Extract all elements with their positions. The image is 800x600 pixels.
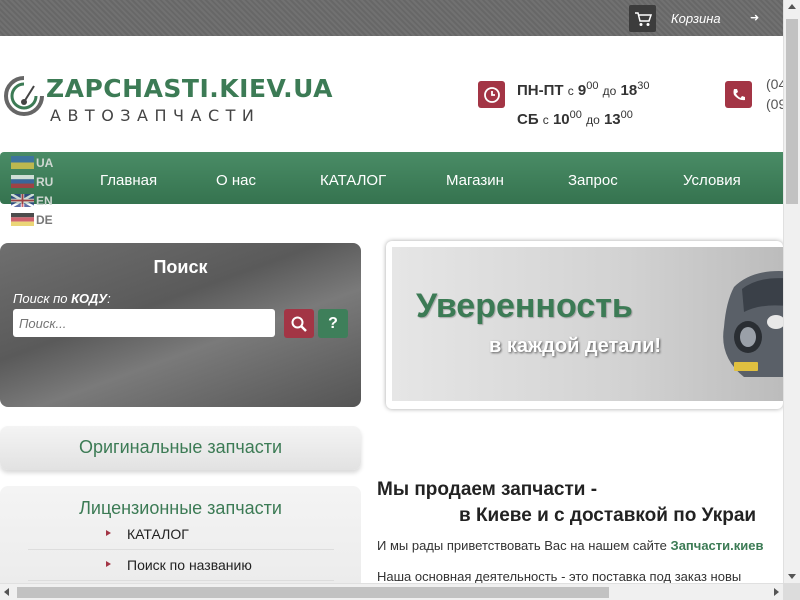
phone-number-1[interactable]: (04 (766, 74, 783, 94)
magnifier-icon (291, 316, 307, 332)
search-button[interactable] (284, 309, 314, 338)
germany-flag-icon (11, 213, 34, 226)
cart-link[interactable]: Корзина (671, 11, 721, 26)
arrow-right-icon (106, 530, 111, 536)
lang-en[interactable]: EN (11, 191, 71, 210)
scrollbar-corner (783, 583, 800, 600)
greeting-text: И мы рады приветствовать Вас на нашем са… (377, 538, 764, 553)
original-parts-title: Оригинальные запчасти (78, 437, 283, 457)
banner-subline: в каждой детали! (489, 335, 662, 357)
hours-saturday: СБ с 1000 до 1300 (517, 109, 633, 128)
nav-item-home[interactable]: Главная (100, 172, 157, 189)
search-panel: Поиск Поиск по КОДУ: ? (0, 243, 361, 407)
language-switcher: UA RU EN DE (11, 153, 71, 229)
cart-icon[interactable] (629, 5, 656, 32)
nav-item-about[interactable]: О нас (216, 172, 256, 189)
main-heading: Мы продаем запчасти - в Киеве и с достав… (377, 479, 757, 526)
main-navigation: Главная О нас КАТАЛОГ Магазин Запрос Усл… (0, 152, 783, 204)
nav-item-request[interactable]: Запрос (568, 172, 618, 189)
ukraine-flag-icon (11, 156, 34, 169)
uk-flag-icon (11, 194, 34, 207)
banner-headline: Уверенность (416, 287, 633, 325)
lang-de[interactable]: DE (11, 210, 71, 229)
scroll-up-icon[interactable] (788, 4, 796, 9)
vertical-scrollbar[interactable] (783, 0, 800, 583)
main-content: Мы продаем запчасти - в Киеве и с достав… (377, 470, 783, 584)
clock-icon (478, 81, 505, 108)
intro-paragraph: Наша основная деятельность - это поставк… (377, 569, 742, 584)
sidebar-item-search-by-name[interactable]: Поиск по названию (28, 551, 334, 581)
search-input[interactable] (13, 309, 275, 337)
nav-item-shop[interactable]: Магазин (446, 172, 504, 189)
car-image (723, 271, 783, 377)
speedometer-icon (4, 76, 44, 116)
logo-title: ZAPCHASTI.KIEV.UA (46, 74, 334, 103)
logo-subtitle: АВТОЗАПЧАСТИ (50, 106, 261, 125)
scroll-right-icon[interactable] (774, 588, 779, 596)
licensed-parts-panel: Лицензионные запчасти КАТАЛОГ Поиск по н… (0, 486, 361, 596)
lang-ua[interactable]: UA (11, 153, 71, 172)
nav-item-terms[interactable]: Условия (683, 172, 741, 189)
scroll-down-icon[interactable] (788, 574, 796, 579)
lang-ru[interactable]: RU (11, 172, 71, 191)
login-icon[interactable]: ➜ (750, 11, 759, 24)
site-name-link[interactable]: Запчасти.киев (671, 538, 764, 553)
working-hours: ПН-ПТ с 900 до 1830 СБ с 1000 до 1300 (517, 74, 649, 132)
horizontal-scrollbar[interactable] (0, 583, 783, 600)
sidebar-item-catalog[interactable]: КАТАЛОГ (28, 520, 334, 550)
search-by-code-label: Поиск по КОДУ: (13, 291, 111, 306)
top-bar: Корзина ➜ (0, 0, 783, 36)
hours-weekdays: ПН-ПТ с 900 до 1830 (517, 80, 650, 99)
banner-background: Уверенность в каждой детали! (392, 247, 783, 401)
horizontal-scroll-thumb[interactable] (17, 587, 609, 598)
licensed-parts-title: Лицензионные запчасти (79, 498, 282, 518)
russia-flag-icon (11, 175, 34, 188)
phone-number-2[interactable]: (09 (766, 94, 783, 114)
promo-banner[interactable]: Уверенность в каждой детали! (386, 241, 783, 409)
arrow-right-icon (106, 561, 111, 567)
phone-icon (725, 81, 752, 108)
original-parts-panel[interactable]: Оригинальные запчасти (0, 426, 361, 470)
site-logo[interactable]: ZAPCHASTI.KIEV.UA АВТОЗАПЧАСТИ (4, 72, 333, 132)
scroll-left-icon[interactable] (4, 588, 9, 596)
search-help-button[interactable]: ? (318, 309, 348, 338)
vertical-scroll-thumb[interactable] (786, 19, 798, 204)
search-title: Поиск (153, 257, 208, 277)
nav-item-catalog[interactable]: КАТАЛОГ (320, 172, 386, 189)
phone-numbers: (04 (09 (766, 74, 783, 114)
